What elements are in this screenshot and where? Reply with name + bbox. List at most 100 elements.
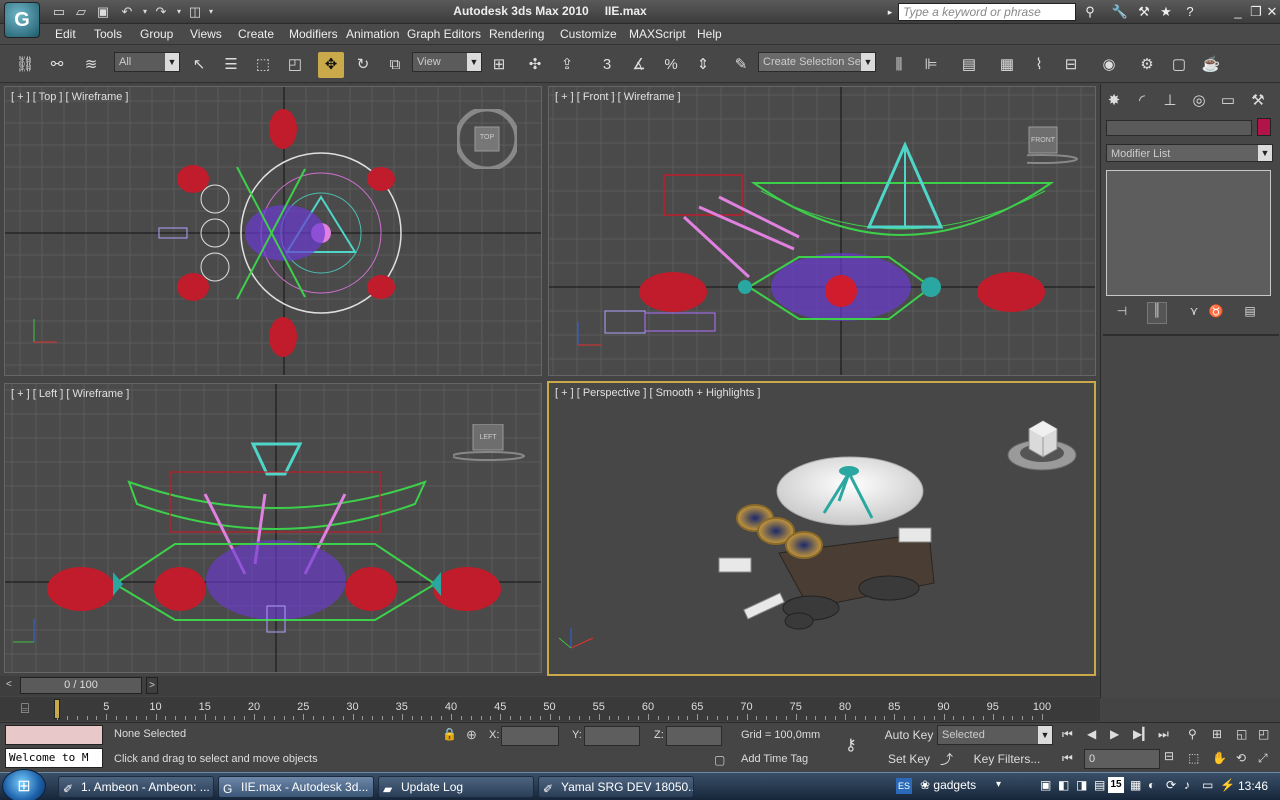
viewport-label-top[interactable]: [ + ] [ Top ] [ Wireframe ] [11,91,128,103]
tray-utility-icon[interactable]: ◨ [1076,778,1087,792]
y-coordinate-input[interactable] [584,726,640,746]
angle-snap-icon[interactable]: ∡ [626,52,652,78]
key-filters-button[interactable]: Key Filters... [962,749,1052,769]
menu-group[interactable]: Group [140,27,173,41]
time-prev-arrow-icon[interactable]: < [6,679,16,690]
quick-access-dropdown-icon[interactable]: ▾ [206,3,216,21]
project-folder-icon[interactable]: ◫ [186,3,204,21]
infocenter-toggle-icon[interactable]: ▸ [884,3,896,21]
selection-lock-icon[interactable]: 🔒 [442,727,457,743]
toolbar-expand-icon[interactable]: ▾ [996,779,1001,790]
tray-volume-icon[interactable]: ♪ [1184,778,1190,792]
set-key-key-icon[interactable]: ⚷ [845,735,873,755]
language-indicator[interactable]: ES [896,778,912,794]
pan-view-icon[interactable]: ✋ [1212,751,1230,769]
viewport-label-perspective[interactable]: [ + ] [ Perspective ] [ Smooth + Highlig… [555,387,760,399]
time-next-arrow-icon[interactable]: > [146,677,158,694]
hierarchy-tab-icon[interactable]: ⊥ [1159,90,1181,112]
pivot-center-icon[interactable]: ⊞ [486,52,512,78]
z-coordinate-input[interactable] [666,726,722,746]
bind-space-warp-icon[interactable]: ≋ [78,52,104,78]
select-and-move-icon[interactable]: ✥ [318,52,344,78]
tray-browser-icon[interactable]: ◐ [1148,778,1155,792]
menu-tools[interactable]: Tools [94,27,122,41]
render-setup-icon[interactable]: ⚙ [1134,52,1160,78]
minimize-icon[interactable]: _ [1228,3,1248,21]
modifier-stack-list[interactable] [1106,170,1271,296]
set-key-button[interactable]: Set Key [883,749,935,769]
tray-app-icon[interactable]: ◧ [1058,778,1069,792]
undo-dropdown-icon[interactable]: ▾ [140,3,150,21]
material-editor-icon[interactable]: ◉ [1096,52,1122,78]
unlink-icon[interactable]: ⚯ [44,52,70,78]
viewcube-left[interactable]: LEFT [453,424,525,484]
curve-editor-icon[interactable]: ⌇ [1026,52,1052,78]
start-button[interactable]: ⊞ [2,769,46,800]
track-bar[interactable]: ⌸ 5 10 15 20 25 30 35 40 45 50 55 60 65 70 75 80 85 90 95 1… [0,697,1100,721]
zoom-icon[interactable]: ⚲ [1188,727,1206,745]
reference-coordinate-dropdown[interactable]: View ▼ [412,52,482,72]
viewport-front[interactable]: [ + ] [ Front ] [ Wireframe ] FRONT [548,86,1096,376]
pin-stack-icon[interactable]: ⊣ [1113,304,1131,322]
menu-views[interactable]: Views [190,27,222,41]
key-mode-toggle-icon[interactable]: ⏮ [1062,751,1080,769]
play-icon[interactable]: ▶ [1110,727,1128,745]
go-to-end-icon[interactable]: ⏭ [1158,727,1176,745]
maxscript-mini-listener-top[interactable] [5,725,103,745]
x-coordinate-input[interactable] [501,726,559,746]
help-icon[interactable]: ? [1180,3,1200,21]
menu-modifiers[interactable]: Modifiers [289,27,338,41]
time-tag-icon[interactable]: ▢ [714,753,730,769]
configure-modifier-sets-icon[interactable]: ▤ [1241,304,1259,322]
taskbar-item-3dsmax[interactable]: G IIE.max - Autodesk 3d... [218,776,374,798]
select-manipulate-icon[interactable]: ✣ [522,52,548,78]
menu-maxscript[interactable]: MAXScript [629,27,686,41]
next-frame-icon[interactable]: ▶▎ [1133,727,1151,745]
menu-rendering[interactable]: Rendering [489,27,544,41]
time-slider[interactable]: < 0 / 100 > [0,676,1100,696]
communication-icon[interactable]: ⚒ [1134,3,1154,21]
viewcube-perspective[interactable] [1005,415,1080,475]
spinner-snap-icon[interactable]: ⇕ [690,52,716,78]
menu-customize[interactable]: Customize [560,27,617,41]
object-color-swatch[interactable] [1257,118,1271,136]
menu-help[interactable]: Help [697,27,722,41]
viewport-label-left[interactable]: [ + ] [ Left ] [ Wireframe ] [11,388,129,400]
maxscript-listener-input[interactable]: Welcome to M [5,748,103,768]
align-icon[interactable]: ⊫ [918,52,944,78]
graphite-ribbon-icon[interactable]: ▦ [994,52,1020,78]
key-mode-dropdown[interactable]: Selected ▼ [937,725,1053,745]
select-by-name-icon[interactable]: ☰ [218,52,244,78]
select-object-icon[interactable]: ↖ [186,52,212,78]
viewport-label-front[interactable]: [ + ] [ Front ] [ Wireframe ] [555,91,681,103]
new-file-icon[interactable]: ▭ [50,3,68,21]
tray-security-icon[interactable]: ▤ [1094,778,1105,792]
modify-tab-icon[interactable]: ◜ [1131,90,1153,112]
show-end-result-icon[interactable]: ║ [1147,302,1167,324]
utilities-tab-icon[interactable]: ⚒ [1247,90,1269,112]
orbit-icon[interactable]: ⟲ [1236,751,1254,769]
previous-frame-icon[interactable]: ◀ [1087,727,1105,745]
viewport-top[interactable]: [ + ] [ Top ] [ Wireframe ] TOP [4,86,542,376]
viewport-perspective[interactable]: [ + ] [ Perspective ] [ Smooth + Highlig… [547,381,1096,676]
search-binoculars-icon[interactable]: ⚲ [1080,3,1100,21]
zoom-extents-all-icon[interactable]: ◰ [1258,727,1276,745]
search-input[interactable]: Type a keyword or phrase [898,3,1076,21]
select-and-scale-icon[interactable]: ⧉ [382,52,408,78]
time-slider-thumb[interactable]: 0 / 100 [20,677,142,694]
tray-network-icon[interactable]: ▣ [1040,778,1051,792]
redo-icon[interactable]: ↷ [152,3,170,21]
menu-graph-editors[interactable]: Graph Editors [407,27,481,41]
edit-named-selection-icon[interactable]: ✎ [728,52,754,78]
tray-calendar-badge[interactable]: 15 [1108,777,1124,793]
add-time-tag-button[interactable]: Add Time Tag [737,750,833,770]
viewport-left[interactable]: [ + ] [ Left ] [ Wireframe ] LEFT [4,383,542,673]
rendered-frame-window-icon[interactable]: ▢ [1166,52,1192,78]
make-unique-icon[interactable]: ⋎ [1185,304,1203,322]
zoom-extents-icon[interactable]: ◱ [1236,727,1254,745]
display-tab-icon[interactable]: ▭ [1217,90,1239,112]
menu-animation[interactable]: Animation [346,27,399,41]
select-and-link-icon[interactable]: ⛓ [12,52,38,78]
tray-sync-icon[interactable]: ⟳ [1166,778,1176,792]
current-frame-input[interactable]: 0 [1084,749,1160,769]
